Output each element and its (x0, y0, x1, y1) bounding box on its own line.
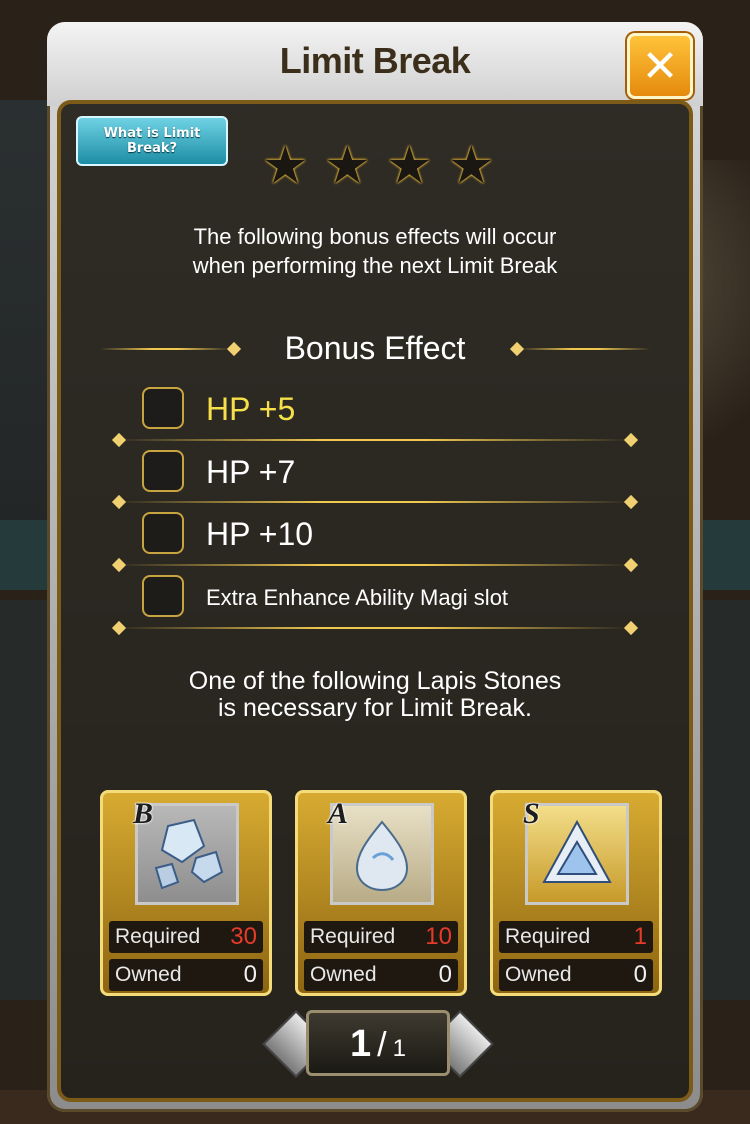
stone-rank-label: B (133, 797, 154, 830)
bonus-checkbox (142, 512, 184, 554)
owned-value: 0 (243, 961, 257, 988)
bonus-effect-item: HP +7 (140, 448, 660, 500)
required-value: 1 (633, 923, 647, 950)
row-divider (116, 501, 630, 503)
owned-value: 0 (438, 961, 452, 988)
what-is-limit-break-button[interactable]: What is Limit Break? (76, 116, 228, 166)
required-label: Required (505, 925, 591, 948)
bonus-effect-label: Extra Enhance Ability Magi slot (206, 585, 509, 610)
bonus-effect-item: Extra Enhance Ability Magi slot (140, 573, 660, 625)
required-row: Required 1 (499, 921, 653, 953)
bonus-effect-item: HP +5 (140, 385, 660, 437)
stone-rank-label: A (328, 797, 349, 830)
owned-row: Owned 0 (304, 959, 458, 991)
owned-row: Owned 0 (109, 959, 263, 991)
required-row: Required 30 (109, 921, 263, 953)
dialog-title: Limit Break (279, 40, 471, 81)
required-value: 30 (230, 923, 257, 950)
page-counter: 1 / 1 (306, 1010, 450, 1076)
bonus-effect-label: HP +5 (206, 391, 296, 427)
star-icon: ★ (324, 136, 371, 196)
stone-rank-label: S (523, 797, 540, 830)
required-label: Required (115, 925, 201, 948)
bonus-checkbox (142, 575, 184, 617)
required-row: Required 10 (304, 921, 458, 953)
rarity-stars: ★ ★ ★ ★ (262, 140, 502, 196)
required-label: Required (310, 925, 396, 948)
current-page: 1 (350, 1023, 372, 1065)
bonus-effect-label: HP +10 (206, 516, 314, 552)
lapis-stone-card-s[interactable]: S Required 1 Owned 0 (490, 790, 662, 996)
row-divider (116, 564, 630, 566)
owned-label: Owned (310, 963, 377, 986)
lapis-stone-card-b[interactable]: B Required 30 Owned 0 (100, 790, 272, 996)
close-button[interactable]: ✕ (627, 33, 693, 99)
star-icon: ★ (448, 136, 495, 196)
star-icon: ★ (262, 136, 309, 196)
bonus-effect-item: HP +10 (140, 510, 660, 562)
owned-value: 0 (633, 961, 647, 988)
bonus-effect-label: HP +7 (206, 454, 296, 490)
page-separator: / (377, 1026, 387, 1064)
bonus-checkbox (142, 450, 184, 492)
total-pages: 1 (392, 1035, 406, 1062)
page-indicator: 1 / 1 (258, 1006, 498, 1084)
limit-break-description: The following bonus effects will occur w… (192, 224, 558, 278)
lapis-stone-card-a[interactable]: A Required 10 Owned 0 (295, 790, 467, 996)
close-icon: ✕ (641, 40, 679, 92)
row-divider (116, 439, 630, 441)
bonus-checkbox (142, 387, 184, 429)
star-icon: ★ (386, 136, 433, 196)
help-button-label: What is Limit Break? (103, 126, 201, 156)
owned-label: Owned (115, 963, 182, 986)
row-divider (116, 627, 630, 629)
lapis-requirement-note: One of the following Lapis Stones is nec… (188, 667, 562, 722)
owned-label: Owned (505, 963, 572, 986)
required-value: 10 (425, 923, 452, 950)
dialog-header: Limit Break ✕ (47, 22, 703, 106)
owned-row: Owned 0 (499, 959, 653, 991)
section-divider-right (520, 348, 650, 350)
